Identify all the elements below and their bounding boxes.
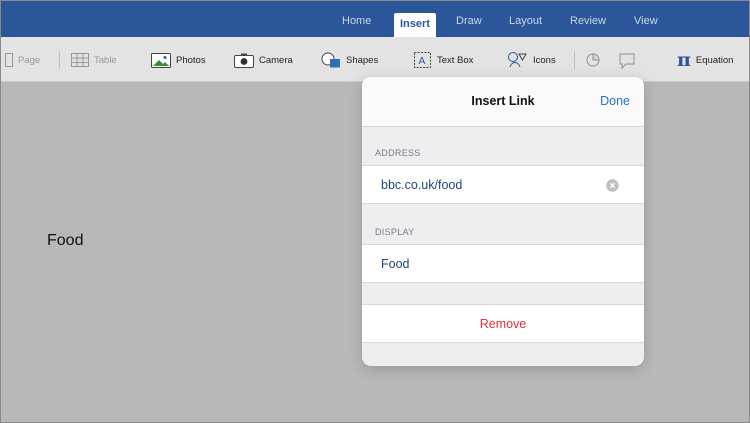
shapes-button[interactable]: Shapes (321, 49, 378, 71)
table-label: Table (94, 54, 117, 66)
shapes-icon (321, 52, 341, 68)
tab-layout[interactable]: Layout (503, 10, 548, 32)
tab-home[interactable]: Home (336, 10, 377, 32)
app-window: Home Insert Draw Layout Review View Page… (0, 0, 750, 423)
tab-view[interactable]: View (628, 10, 664, 32)
ribbon-tab-bar: Home Insert Draw Layout Review View (1, 1, 749, 37)
done-button[interactable]: Done (600, 94, 630, 108)
camera-label: Camera (259, 54, 293, 66)
photos-icon (151, 52, 171, 68)
equation-label: Equation (695, 54, 734, 66)
camera-icon (234, 53, 254, 68)
remove-link-button[interactable]: Remove (362, 304, 644, 343)
document-text[interactable]: Food (47, 232, 83, 250)
table-icon (71, 53, 89, 67)
address-row (362, 165, 644, 205)
camera-button[interactable]: Camera (234, 49, 293, 71)
table-button[interactable]: Table (71, 49, 117, 71)
insert-link-popover: Insert Link Done ADDRESS DISPLAY Remove (362, 77, 644, 366)
pi-icon: π (677, 49, 691, 71)
photos-button[interactable]: Photos (151, 49, 206, 71)
comment-icon (617, 51, 637, 69)
display-row (362, 244, 644, 284)
icons-icon (506, 51, 528, 69)
insert-toolbar: Page Table Photos Camera Shapes A Text B… (1, 37, 749, 82)
smartart-button[interactable] (585, 49, 605, 71)
photos-label: Photos (176, 54, 206, 66)
equation-button[interactable]: π Equation (677, 49, 733, 71)
text-box-label: Text Box (437, 54, 474, 66)
popover-header: Insert Link Done (362, 77, 644, 127)
shapes-label: Shapes (346, 54, 379, 66)
address-input[interactable] (381, 166, 601, 205)
tab-review[interactable]: Review (564, 10, 612, 32)
icons-label: Icons (533, 54, 556, 66)
display-section-label: DISPLAY (375, 227, 415, 237)
toolbar-divider (59, 51, 60, 69)
address-section-label: ADDRESS (375, 148, 421, 158)
comment-button[interactable] (617, 49, 637, 71)
svg-text:A: A (419, 56, 426, 67)
clear-text-icon[interactable] (606, 179, 619, 192)
text-box-button[interactable]: A Text Box (413, 49, 473, 71)
smartart-icon (585, 51, 605, 69)
tab-draw[interactable]: Draw (450, 10, 488, 32)
icons-button[interactable]: Icons (506, 49, 556, 71)
display-input[interactable] (381, 245, 601, 284)
toolbar-divider (574, 51, 575, 69)
page-button[interactable]: Page (5, 49, 40, 71)
page-label: Page (18, 54, 41, 66)
text-box-icon: A (413, 51, 432, 69)
tab-insert[interactable]: Insert (394, 13, 436, 37)
page-icon (5, 53, 13, 67)
